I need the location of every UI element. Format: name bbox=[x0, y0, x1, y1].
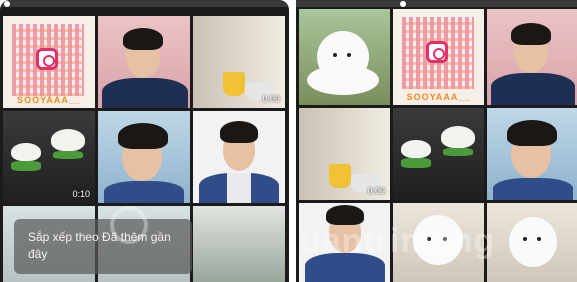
burger-filling bbox=[11, 161, 41, 171]
dog-eye bbox=[333, 53, 337, 57]
photo-poodle[interactable] bbox=[487, 203, 577, 282]
yellow-cup bbox=[223, 72, 245, 96]
heart-icon bbox=[400, 1, 406, 7]
photo-white-dog[interactable] bbox=[299, 9, 390, 105]
video-kitchen[interactable]: 0:09 bbox=[299, 108, 390, 200]
person-hair bbox=[220, 121, 258, 143]
photo-qr-code[interactable]: SOOYAAA__ bbox=[3, 16, 95, 108]
burger-filling bbox=[401, 158, 431, 168]
photo-qr-code[interactable]: SOOYAAA__ bbox=[393, 9, 484, 105]
dog-eye bbox=[537, 237, 541, 241]
person-hair bbox=[123, 28, 163, 50]
video-duration: 0:09 bbox=[367, 186, 385, 196]
person-suit bbox=[104, 181, 184, 203]
qr-username: SOOYAAA__ bbox=[17, 95, 81, 105]
burger-bun-2 bbox=[441, 126, 475, 148]
dog-head bbox=[509, 217, 557, 267]
dog-eye bbox=[523, 237, 527, 241]
burger-bun-2 bbox=[51, 129, 85, 151]
photo-portrait[interactable] bbox=[98, 16, 190, 108]
video-food[interactable]: 0:10 bbox=[3, 111, 95, 203]
person-hair bbox=[511, 23, 551, 45]
person-suit bbox=[102, 78, 188, 108]
photo-office[interactable] bbox=[193, 206, 285, 282]
burger-bun bbox=[401, 140, 431, 158]
sort-toast: Sắp xếp theo Đã thêm gần đây bbox=[14, 219, 192, 274]
video-kitchen[interactable]: 0:09 bbox=[193, 16, 285, 108]
instagram-icon bbox=[426, 41, 448, 63]
person-hair bbox=[118, 123, 168, 149]
burger-filling-2 bbox=[443, 148, 473, 156]
photo-food[interactable] bbox=[393, 108, 484, 200]
video-duration: 0:10 bbox=[72, 189, 90, 199]
photo-portrait[interactable] bbox=[487, 108, 577, 200]
dog-body bbox=[307, 65, 379, 95]
qr-username: SOOYAAA__ bbox=[406, 92, 471, 102]
burger-bun bbox=[11, 143, 41, 161]
person-shirt bbox=[227, 173, 251, 203]
photo-portrait[interactable] bbox=[193, 111, 285, 203]
top-strip bbox=[296, 0, 577, 7]
watermark-logo-icon bbox=[110, 206, 148, 244]
video-duration: 0:09 bbox=[262, 94, 280, 104]
watermark-text: uantrimang bbox=[300, 222, 496, 260]
photo-portrait[interactable] bbox=[487, 9, 577, 105]
dog-eye bbox=[347, 53, 351, 57]
person-suit bbox=[493, 178, 573, 200]
toast-message: Sắp xếp theo Đã thêm gần đây bbox=[28, 230, 171, 261]
yellow-cup bbox=[329, 164, 351, 188]
left-screenshot-panel: SOOYAAA__ 0:09 0:10 Sắp xếp theo Đã thêm… bbox=[0, 0, 289, 282]
person-hair bbox=[507, 120, 557, 146]
person-suit bbox=[491, 73, 575, 105]
heart-icon bbox=[4, 1, 10, 7]
instagram-icon bbox=[36, 48, 58, 70]
photo-portrait[interactable] bbox=[98, 111, 190, 203]
burger-filling-2 bbox=[53, 151, 83, 159]
top-strip bbox=[0, 0, 289, 7]
